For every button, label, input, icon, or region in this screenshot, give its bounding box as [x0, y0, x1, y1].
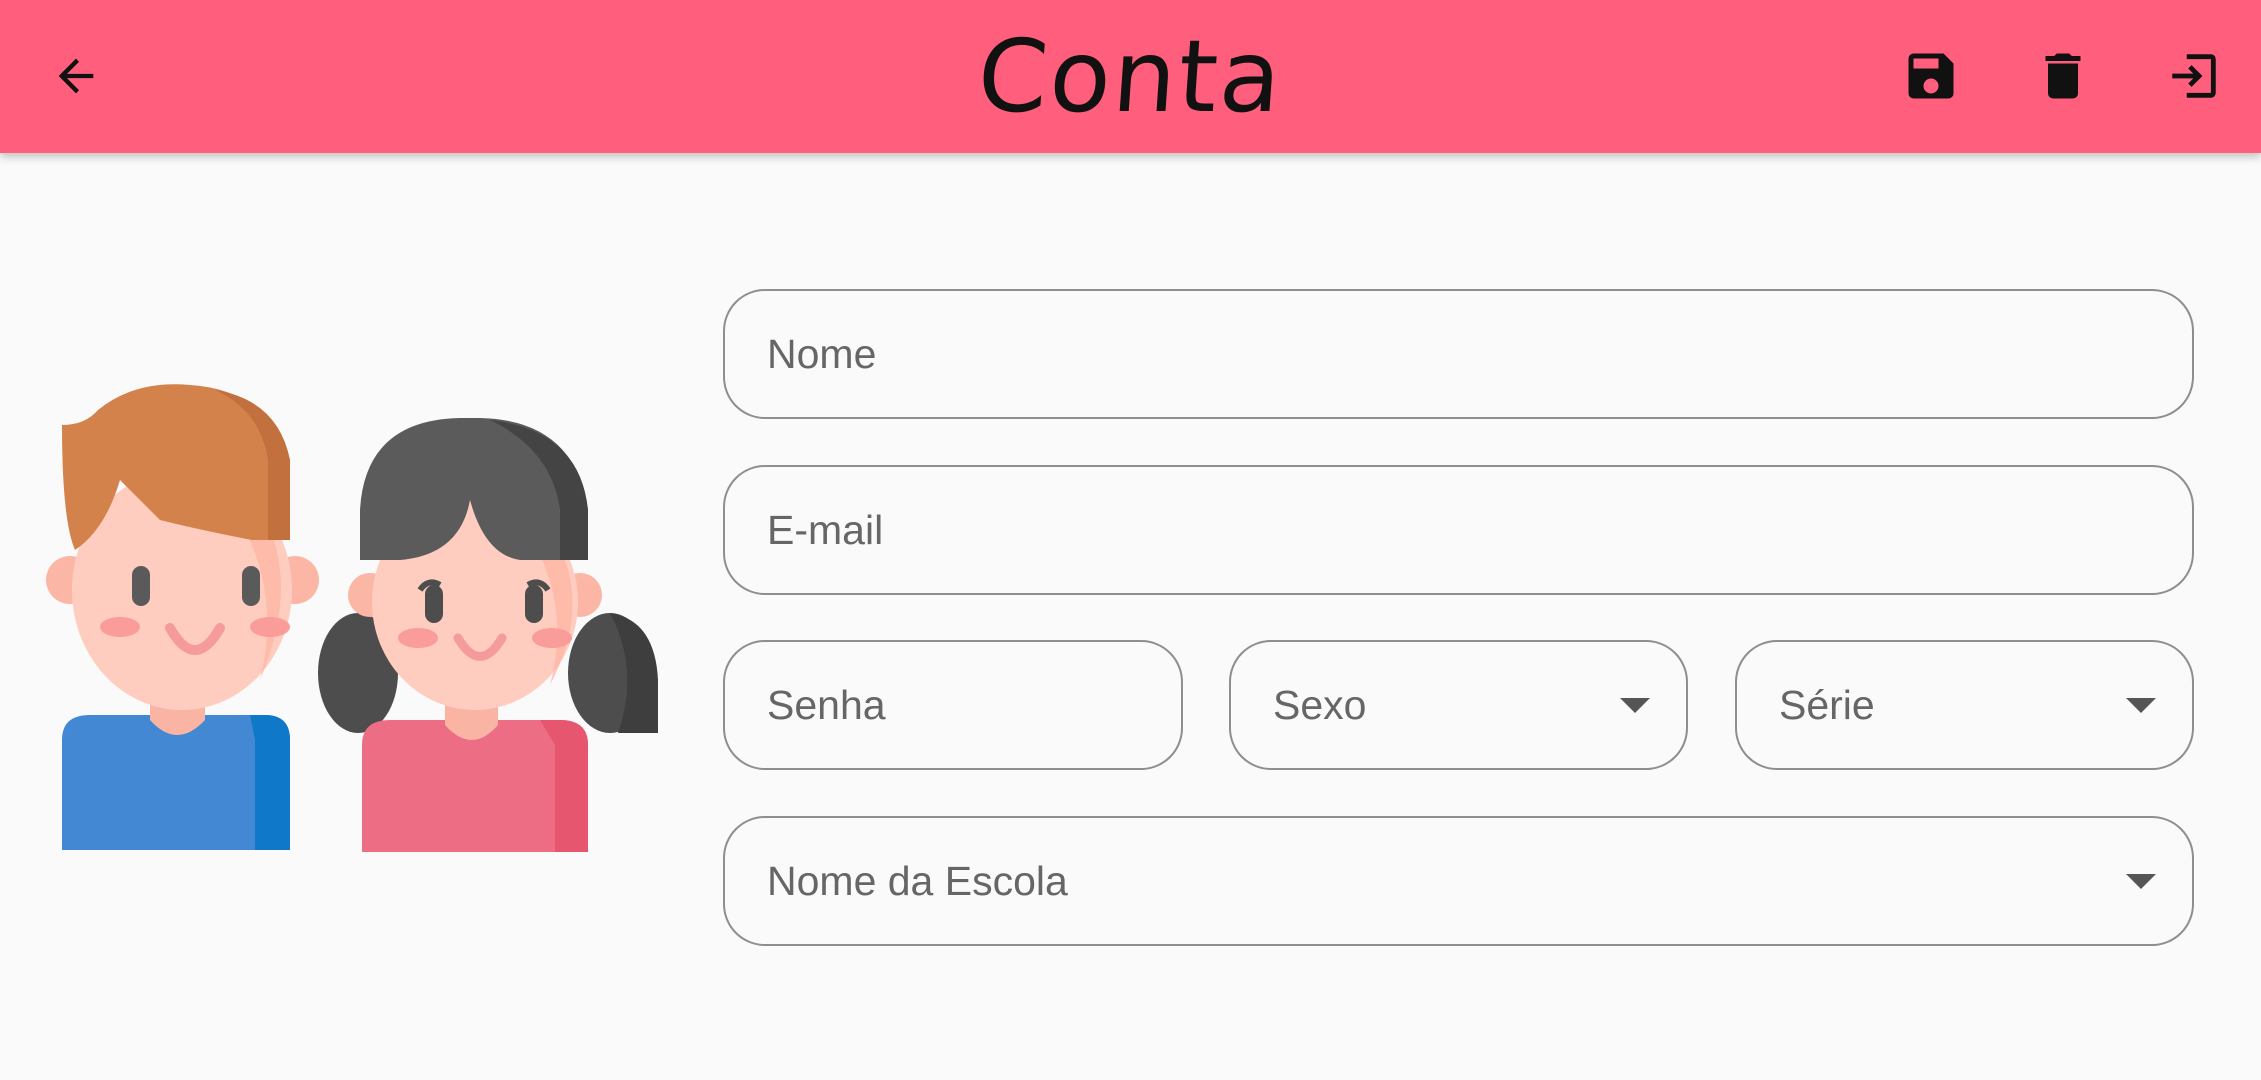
school-name-dropdown[interactable]: Nome da Escola [723, 816, 2194, 946]
grade-dropdown[interactable]: Série [1735, 640, 2194, 770]
password-field[interactable]: Senha [723, 640, 1183, 770]
save-button[interactable] [1883, 28, 1979, 124]
girl-avatar [318, 418, 658, 852]
floppy-save-icon [1908, 53, 1954, 99]
exit-button[interactable] [2146, 28, 2242, 124]
gender-dropdown[interactable]: Sexo [1229, 640, 1688, 770]
grade-dropdown-label: Série [1779, 681, 1875, 728]
trash-icon [2045, 53, 2081, 99]
password-field-label: Senha [767, 681, 886, 728]
name-field[interactable]: Nome [723, 289, 2194, 419]
email-field-label: E-mail [767, 506, 884, 553]
dropdown-arrow-icon [1620, 697, 1650, 713]
dropdown-arrow-icon [2126, 873, 2156, 889]
school-name-dropdown-label: Nome da Escola [767, 857, 1068, 904]
boy-avatar [46, 384, 319, 850]
email-field[interactable]: E-mail [723, 465, 2194, 595]
name-field-label: Nome [767, 330, 877, 377]
logout-icon [2172, 54, 2216, 98]
delete-button[interactable] [2015, 28, 2111, 124]
children-illustration [46, 384, 658, 852]
app-bar: Conta [0, 0, 2261, 153]
gender-dropdown-label: Sexo [1273, 681, 1367, 728]
dropdown-arrow-icon [2126, 697, 2156, 713]
